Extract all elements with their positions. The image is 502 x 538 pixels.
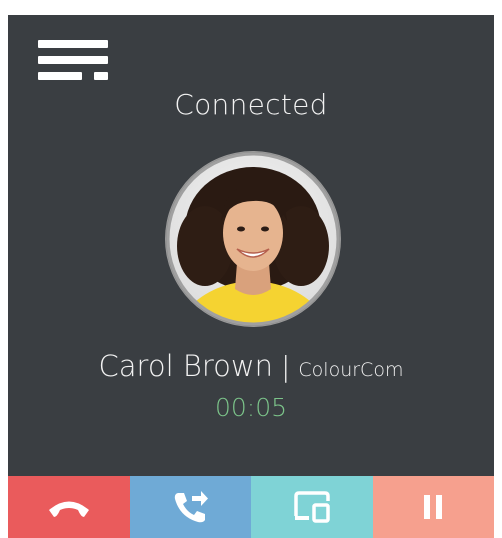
phone-transfer-icon	[170, 487, 210, 527]
pause-icon	[422, 494, 444, 520]
call-timer: 00:05	[214, 393, 288, 422]
hold-button[interactable]	[372, 476, 494, 538]
hangup-button[interactable]	[8, 476, 130, 538]
call-actions-bar	[8, 476, 494, 538]
phone-hangup-icon	[47, 495, 91, 519]
caller-name: Carol Brown	[98, 349, 273, 383]
transfer-button[interactable]	[129, 476, 251, 538]
call-panel: Connected Carol Brown | ColourCom 00:05	[8, 15, 494, 538]
caller-info: Carol Brown | ColourCom	[8, 349, 494, 383]
menu-button[interactable]	[38, 40, 114, 80]
caller-separator: |	[280, 350, 291, 383]
caller-company: ColourCom	[298, 359, 404, 381]
call-status: Connected	[174, 88, 328, 121]
screen-share-icon	[292, 490, 332, 524]
caller-avatar	[165, 151, 341, 327]
screen-share-button[interactable]	[251, 476, 373, 538]
